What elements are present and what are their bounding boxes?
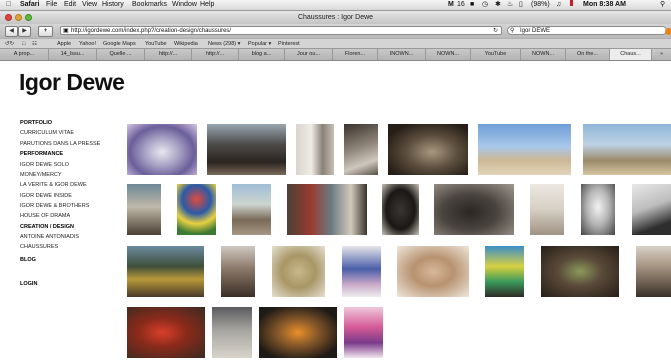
gallery-thumbnail[interactable] — [259, 307, 337, 358]
gallery-thumbnail[interactable] — [485, 246, 524, 297]
menu-view[interactable]: View — [82, 0, 97, 10]
status-timer-icon[interactable]: ◷ — [482, 0, 488, 10]
gallery-thumbnail[interactable] — [212, 307, 252, 358]
tabs-overflow-button[interactable]: » — [652, 49, 671, 60]
tab-item[interactable]: Jour ou... — [285, 49, 333, 60]
site-logo[interactable]: Igor Dewe — [19, 68, 125, 96]
gallery-thumbnail[interactable] — [127, 124, 197, 175]
tab-bar: A prop... 14_Issu... Quelle ... http://.… — [0, 48, 671, 61]
status-square-icon[interactable]: ■ — [470, 0, 474, 10]
nav-login[interactable]: LOGIN — [20, 281, 37, 288]
nav-parutions[interactable]: PARUTIONS DANS LA PRESSE — [20, 141, 100, 148]
tab-item[interactable]: A prop... — [0, 49, 49, 60]
menu-history[interactable]: History — [102, 0, 124, 10]
gallery-thumbnail[interactable] — [397, 246, 469, 297]
search-field[interactable]: ⚲ Igor DEWE — [507, 26, 671, 35]
apple-menu-icon[interactable]:  — [6, 0, 11, 10]
menu-file[interactable]: File — [46, 0, 57, 10]
window-title: Chaussures : Igor Dewe — [297, 14, 374, 21]
address-bar[interactable]: ▣ http://igordewe.com/index.php?/creatio… — [60, 26, 502, 35]
nav-curriculum-vitae[interactable]: CURRICULUM VITAE — [20, 130, 74, 137]
tab-item[interactable]: blog a... — [239, 49, 285, 60]
forward-button[interactable]: ▶ — [18, 26, 31, 37]
gallery-thumbnail[interactable] — [342, 246, 381, 297]
nav-portfolio[interactable]: PORTFOLIO — [20, 120, 52, 127]
gallery-thumbnail[interactable] — [344, 307, 383, 358]
tab-item[interactable]: NOWN... — [521, 49, 566, 60]
battery-icon[interactable]: ▯ — [519, 0, 523, 10]
nav-performance[interactable]: PERFORMANCE — [20, 151, 63, 158]
gallery-thumbnail[interactable] — [581, 184, 615, 235]
search-value: Igor DEWE — [520, 28, 551, 34]
gallery-thumbnail[interactable] — [382, 184, 419, 235]
bluetooth-icon[interactable]: ✱ — [495, 0, 501, 10]
status-number: 16 — [457, 1, 465, 8]
nav-igor-dewe-inside[interactable]: IGOR DEWE INSIDE — [20, 193, 72, 200]
gallery-thumbnail[interactable] — [127, 307, 205, 358]
clock[interactable]: Mon 8:38 AM — [583, 0, 626, 10]
menu-app-name[interactable]: Safari — [20, 0, 39, 10]
gallery-thumbnail[interactable] — [541, 246, 619, 297]
window-titlebar: Chaussures : Igor Dewe — [0, 11, 671, 24]
tab-item[interactable]: Quelle ... — [97, 49, 145, 60]
wifi-icon[interactable]: ♨ — [507, 0, 513, 10]
zoom-window-icon[interactable] — [25, 14, 32, 21]
tab-item[interactable]: INOWN... — [378, 49, 426, 60]
status-m-icon[interactable]: M — [448, 0, 454, 10]
tab-item[interactable]: On the... — [566, 49, 610, 60]
nav-igor-dewe-solo[interactable]: IGOR DEWE SOLO — [20, 162, 69, 169]
gallery-thumbnail[interactable] — [272, 246, 325, 297]
gallery-thumbnail[interactable] — [583, 124, 671, 175]
tab-item[interactable]: NOWN... — [426, 49, 471, 60]
search-icon: ⚲ — [510, 28, 515, 34]
nav-la-verite[interactable]: LA VERITE & IGOR DEWE — [20, 182, 87, 189]
gallery-thumbnail[interactable] — [127, 246, 204, 297]
search-snapback-icon[interactable] — [665, 28, 671, 35]
tab-item[interactable]: YouTube — [471, 49, 521, 60]
reload-icon[interactable]: ↻ — [493, 27, 498, 34]
browser-toolbar: ◀ ▶ + ▣ http://igordewe.com/index.php?/c… — [0, 24, 671, 38]
gallery-thumbnail[interactable] — [636, 246, 671, 297]
gallery-thumbnail[interactable] — [296, 124, 334, 175]
nav-igor-dewe-brothers[interactable]: IGOR DEWE & BROTHERS — [20, 203, 89, 210]
address-url: http://igordewe.com/index.php?/creation-… — [71, 28, 232, 34]
gallery-thumbnail[interactable] — [221, 246, 255, 297]
battery-percent: (98%) — [531, 1, 550, 8]
nav-money-mercy[interactable]: MONEY/MERCY — [20, 172, 62, 179]
spotlight-icon[interactable]: ⚲ — [660, 0, 665, 10]
nav-house-of-drama[interactable]: HOUSE OF DRAMA — [20, 213, 70, 220]
minimize-window-icon[interactable] — [15, 14, 22, 21]
gallery-thumbnail[interactable] — [177, 184, 216, 235]
tab-item[interactable]: http://... — [192, 49, 239, 60]
menu-bookmarks[interactable]: Bookmarks — [132, 0, 167, 10]
gallery-thumbnail[interactable] — [530, 184, 564, 235]
tab-item[interactable]: http://... — [145, 49, 192, 60]
gallery-thumbnail[interactable] — [434, 184, 514, 235]
nav-blog[interactable]: BLOG — [20, 257, 36, 264]
menu-help[interactable]: Help — [200, 0, 214, 10]
gallery-thumbnail[interactable] — [287, 184, 367, 235]
nav-creation-design[interactable]: CREATION / DESIGN — [20, 224, 74, 231]
menu-edit[interactable]: Edit — [64, 0, 76, 10]
gallery-thumbnail[interactable] — [127, 184, 161, 235]
tab-active[interactable]: Chaus... — [610, 49, 652, 60]
close-window-icon[interactable] — [5, 14, 12, 21]
gallery-thumbnail[interactable] — [388, 124, 468, 175]
nav-antoine-antoniadis[interactable]: ANTOINE ANTONIADIS — [20, 234, 79, 241]
gallery-thumbnail[interactable] — [207, 124, 286, 175]
gallery-thumbnail[interactable] — [344, 124, 378, 175]
macos-menubar:  Safari File Edit View History Bookmark… — [0, 0, 671, 11]
volume-icon[interactable]: ♫ — [556, 0, 561, 10]
add-bookmark-button[interactable]: + — [38, 26, 53, 37]
gallery-thumbnail[interactable] — [232, 184, 271, 235]
nav-chaussures[interactable]: CHAUSSURES — [20, 244, 58, 251]
gallery-thumbnail[interactable] — [632, 184, 671, 235]
back-button[interactable]: ◀ — [5, 26, 18, 37]
menu-window[interactable]: Window — [172, 0, 197, 10]
gallery-thumbnail[interactable] — [478, 124, 571, 175]
site-favicon-icon: ▣ — [63, 28, 69, 34]
tab-item[interactable]: 14_Issu... — [49, 49, 97, 60]
tab-item[interactable]: Floren... — [333, 49, 378, 60]
